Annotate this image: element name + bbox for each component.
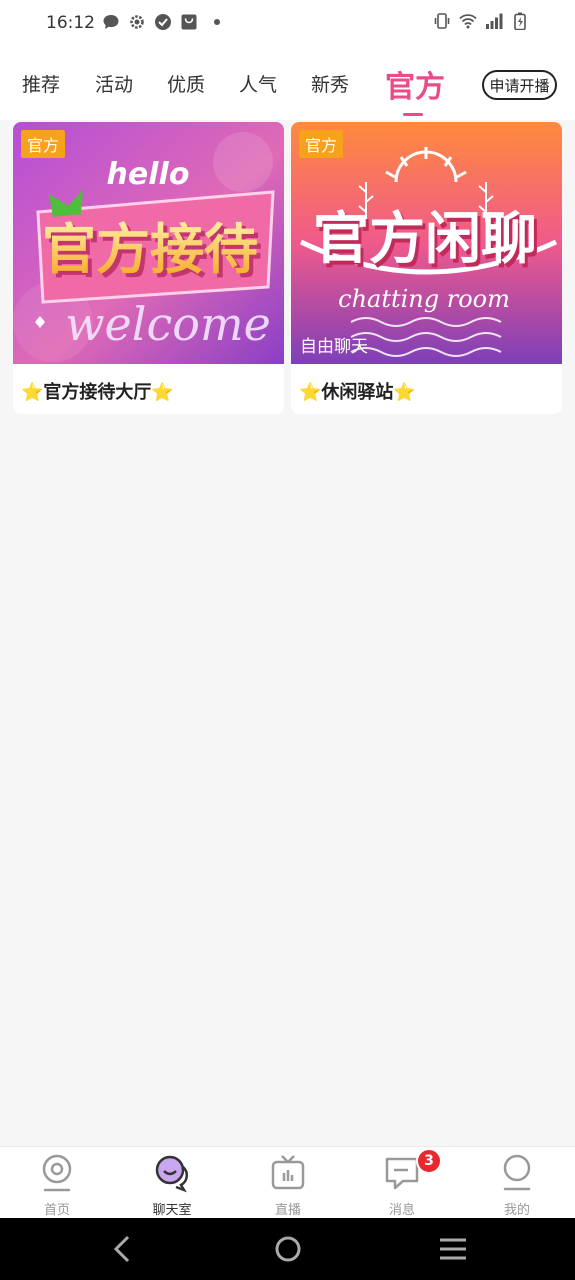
menu-icon[interactable] bbox=[438, 1232, 468, 1266]
banner-main-text: 官方接待 bbox=[42, 218, 258, 281]
room-card[interactable]: hello 官方接待 官方接待 welcome 官方 ⭐官方接待大厅⭐ bbox=[13, 122, 284, 414]
room-subtitle: 自由聊天 bbox=[300, 337, 368, 357]
bag-icon bbox=[181, 14, 197, 30]
nav-label: 我的 bbox=[503, 1203, 530, 1218]
banner-main-text: 官方闲聊 bbox=[313, 207, 537, 272]
status-time: 16:12 bbox=[46, 13, 95, 33]
tab-activity[interactable]: 活动 bbox=[95, 70, 133, 97]
wifi-icon bbox=[459, 14, 477, 29]
system-nav-bar bbox=[0, 1218, 575, 1280]
room-banner-image: 官方闲聊 官方闲聊 chatting room bbox=[291, 122, 562, 364]
room-card[interactable]: 官方闲聊 官方闲聊 chatting room 官方 自由聊天 ⭐休闲驿站⭐ bbox=[291, 122, 562, 414]
dot-icon bbox=[214, 19, 220, 25]
banner-hello-text: hello bbox=[107, 157, 190, 192]
home-circle-icon[interactable] bbox=[272, 1232, 304, 1266]
star-icon: ⭐ bbox=[299, 382, 322, 403]
banner-script-text: welcome bbox=[65, 297, 271, 351]
room-banner-image: hello 官方接待 官方接待 welcome bbox=[13, 122, 284, 364]
notification-icons bbox=[102, 13, 224, 31]
star-icon: ⭐ bbox=[151, 382, 174, 403]
room-title: ⭐官方接待大厅⭐ bbox=[21, 378, 174, 404]
nav-label: 直播 bbox=[274, 1203, 301, 1218]
bottom-nav: 首页 聊天室 直播 消息 我的 bbox=[0, 1146, 575, 1218]
tab-newcomer[interactable]: 新秀 bbox=[311, 70, 349, 97]
status-bar: 16:12 bbox=[0, 0, 575, 48]
room-title: ⭐休闲驿站⭐ bbox=[299, 378, 416, 404]
official-tag: 官方 bbox=[299, 130, 344, 158]
nav-live[interactable]: 直播 bbox=[248, 1147, 328, 1219]
vibrate-icon bbox=[434, 13, 450, 29]
signal-icon bbox=[486, 13, 503, 29]
nav-label: 聊天室 bbox=[152, 1203, 192, 1218]
official-tag: 官方 bbox=[21, 130, 66, 158]
tv-icon bbox=[271, 1155, 305, 1190]
tab-recommend[interactable]: 推荐 bbox=[22, 70, 60, 97]
room-grid: hello 官方接待 官方接待 welcome 官方 ⭐官方接待大厅⭐ 官方闲聊… bbox=[13, 122, 562, 414]
nav-home[interactable]: 首页 bbox=[17, 1147, 97, 1219]
room-title-text: 官方接待大厅 bbox=[43, 382, 152, 403]
system-status-icons bbox=[433, 12, 529, 30]
nav-profile[interactable]: 我的 bbox=[477, 1147, 557, 1219]
star-icon: ⭐ bbox=[21, 382, 44, 403]
room-title-text: 休闲驿站 bbox=[321, 382, 394, 403]
tab-quality[interactable]: 优质 bbox=[167, 70, 205, 97]
battery-charging-icon bbox=[514, 12, 526, 30]
message-badge: 3 bbox=[416, 1148, 442, 1174]
tab-official[interactable]: 官方 bbox=[385, 62, 445, 106]
message-icon bbox=[385, 1157, 419, 1190]
star-icon: ⭐ bbox=[393, 382, 416, 403]
camera-icon bbox=[42, 1154, 72, 1192]
active-tab-indicator bbox=[403, 113, 423, 116]
nav-chatroom[interactable]: 聊天室 bbox=[132, 1147, 212, 1219]
nav-label: 首页 bbox=[43, 1203, 70, 1218]
profile-icon bbox=[503, 1154, 531, 1191]
chat-bubble-icon bbox=[103, 15, 119, 29]
back-icon[interactable] bbox=[108, 1232, 138, 1266]
banner-script-text: chatting room bbox=[338, 285, 510, 313]
tab-popular[interactable]: 人气 bbox=[239, 70, 277, 97]
gear-icon bbox=[130, 15, 144, 29]
chat-room-icon bbox=[155, 1155, 188, 1193]
nav-label: 消息 bbox=[388, 1203, 415, 1218]
check-circle-icon bbox=[155, 14, 171, 30]
apply-broadcast-button[interactable]: 申请开播 bbox=[482, 70, 557, 100]
category-tabs: 推荐 活动 优质 人气 新秀 官方 申请开播 bbox=[0, 48, 575, 120]
